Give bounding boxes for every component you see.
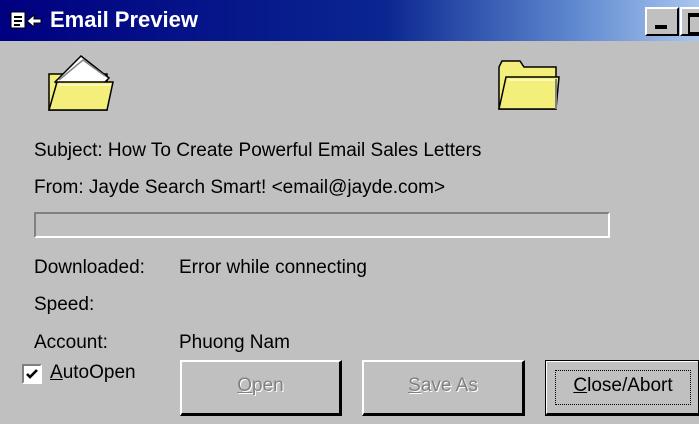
downloaded-value: Error while connecting <box>179 257 367 278</box>
save-as-button-label: Save As <box>408 375 478 396</box>
account-value: Phuong Nam <box>179 332 290 353</box>
maximize-icon <box>688 13 699 34</box>
autoopen-label[interactable]: AutoOpen <box>50 362 136 384</box>
autoopen-mnemonic: A <box>50 362 63 383</box>
email-preview-icon <box>10 11 42 29</box>
open-button-label: Open <box>237 375 284 396</box>
open-button[interactable]: Open <box>180 360 342 416</box>
download-progress-bar <box>34 212 610 238</box>
save-as-button[interactable]: Save As <box>362 360 525 416</box>
autoopen-label-rest: utoOpen <box>62 362 136 383</box>
from-line: From: Jayde Search Smart! <email@jayde.c… <box>34 177 446 198</box>
account-label: Account: <box>34 332 108 353</box>
close-abort-button[interactable]: Close/Abort <box>545 360 699 416</box>
minimize-icon <box>655 25 667 29</box>
subject-line: Subject: How To Create Powerful Email Sa… <box>34 140 482 161</box>
close-abort-button-label: Close/Abort <box>573 375 673 396</box>
maximize-button[interactable] <box>680 7 699 36</box>
minimize-button[interactable] <box>645 7 679 36</box>
checkmark-icon <box>26 369 38 379</box>
email-preview-window: Email Preview Subject: How To Create Pow… <box>0 0 699 424</box>
open-folder-with-letter-icon <box>48 54 114 111</box>
title-bar[interactable]: Email Preview <box>0 0 699 41</box>
window-title: Email Preview <box>50 7 198 32</box>
folder-icon <box>498 60 560 110</box>
autoopen-checkbox[interactable] <box>22 364 42 384</box>
downloaded-label: Downloaded: <box>34 257 145 278</box>
speed-label: Speed: <box>34 294 95 315</box>
